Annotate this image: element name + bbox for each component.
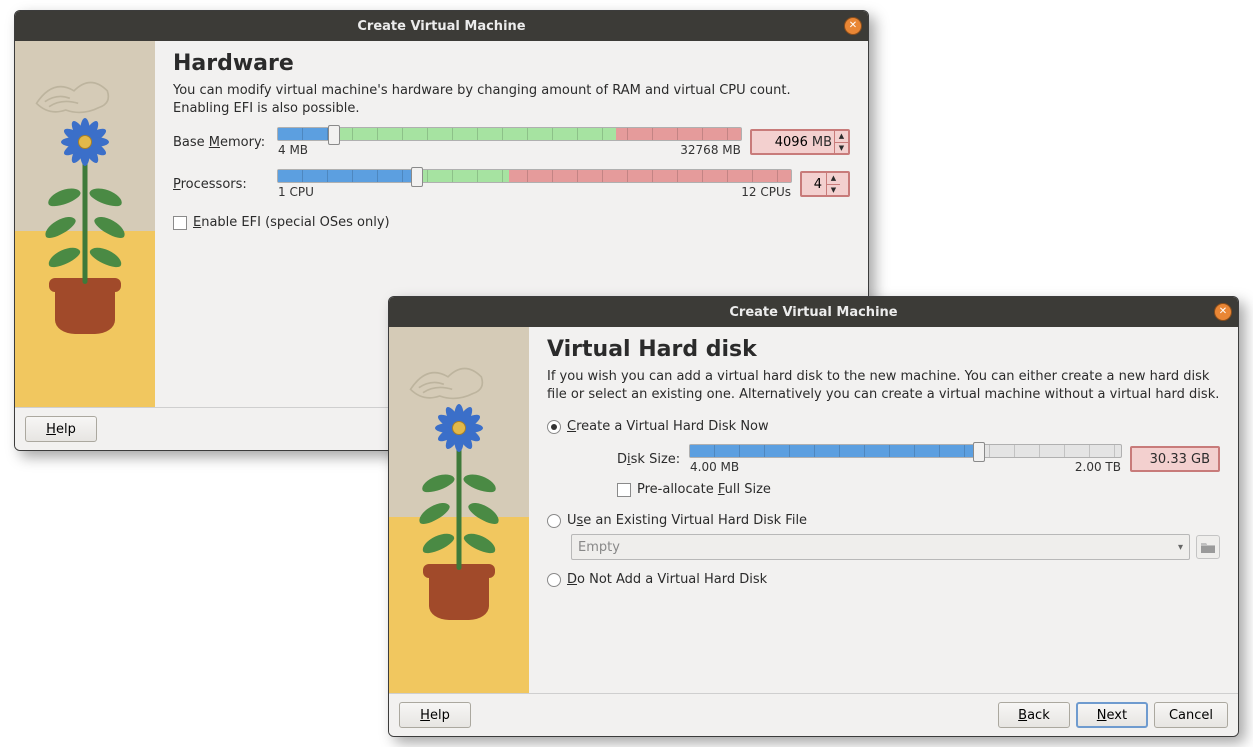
processors-label: Processors: — [173, 177, 269, 192]
next-button[interactable]: Next — [1076, 702, 1148, 728]
no-disk-label: Do Not Add a Virtual Hard Disk — [567, 572, 767, 587]
disk-size-label: Disk Size: — [617, 452, 681, 467]
disk-size-min: 4.00 MB — [690, 460, 739, 474]
existing-disk-value: Empty — [578, 540, 620, 555]
existing-disk-combo-row: Empty ▾ — [571, 534, 1220, 560]
preallocate-checkbox-row[interactable]: Pre-allocate Full Size — [617, 482, 1220, 497]
disk-size-row: Disk Size: 4.00 MB 2.00 TB 30.33 GB — [617, 444, 1220, 474]
titlebar[interactable]: Create Virtual Machine — [389, 297, 1238, 327]
create-disk-radio-row[interactable]: Create a Virtual Hard Disk Now — [547, 419, 1220, 434]
wizard-illustration — [389, 327, 529, 693]
harddisk-wizard-window: Create Virtual Machine — [388, 296, 1239, 737]
help-button[interactable]: Help — [25, 416, 97, 442]
processors-spinbox[interactable]: ▲ ▼ — [800, 171, 850, 197]
processors-input[interactable] — [802, 173, 826, 195]
no-disk-radio[interactable] — [547, 573, 561, 587]
memory-spinbox[interactable]: MB ▲ ▼ — [750, 129, 850, 155]
page-description: If you wish you can add a virtual hard d… — [547, 368, 1220, 403]
use-existing-radio-row[interactable]: Use an Existing Virtual Hard Disk File — [547, 513, 1220, 528]
efi-checkbox[interactable] — [173, 216, 187, 230]
use-existing-label: Use an Existing Virtual Hard Disk File — [567, 513, 807, 528]
memory-row: Base Memory: 4 MB 32768 MB — [173, 127, 850, 157]
memory-slider[interactable] — [277, 127, 742, 141]
disk-size-slider[interactable] — [689, 444, 1122, 458]
preallocate-checkbox[interactable] — [617, 483, 631, 497]
processors-step-up-icon[interactable]: ▲ — [827, 173, 840, 185]
efi-label: Enable EFI (special OSes only) — [193, 215, 390, 230]
memory-label: Base Memory: — [173, 135, 269, 150]
memory-unit: MB — [812, 131, 834, 153]
memory-step-up-icon[interactable]: ▲ — [835, 131, 848, 143]
memory-slider-thumb[interactable] — [328, 125, 340, 145]
processors-slider-thumb[interactable] — [411, 167, 423, 187]
processors-step-down-icon[interactable]: ▼ — [827, 185, 840, 196]
create-disk-radio[interactable] — [547, 420, 561, 434]
preallocate-label: Pre-allocate Full Size — [637, 482, 771, 497]
window-title: Create Virtual Machine — [729, 305, 897, 320]
window-title: Create Virtual Machine — [357, 19, 525, 34]
page-title: Virtual Hard disk — [547, 337, 1220, 362]
cancel-button[interactable]: Cancel — [1154, 702, 1228, 728]
memory-min: 4 MB — [278, 143, 308, 157]
disk-size-value[interactable]: 30.33 GB — [1130, 446, 1220, 472]
processors-min: 1 CPU — [278, 185, 314, 199]
close-icon[interactable] — [844, 17, 862, 35]
memory-step-down-icon[interactable]: ▼ — [835, 143, 848, 154]
page-title: Hardware — [173, 51, 850, 76]
footer: Help Back Next Cancel — [389, 693, 1238, 736]
no-disk-radio-row[interactable]: Do Not Add a Virtual Hard Disk — [547, 572, 1220, 587]
memory-max: 32768 MB — [680, 143, 741, 157]
disk-size-slider-thumb[interactable] — [973, 442, 985, 462]
use-existing-radio[interactable] — [547, 514, 561, 528]
create-disk-label: Create a Virtual Hard Disk Now — [567, 419, 769, 434]
close-icon[interactable] — [1214, 303, 1232, 321]
memory-input[interactable] — [752, 131, 812, 153]
browse-disk-button[interactable] — [1196, 535, 1220, 559]
page-description: You can modify virtual machine's hardwar… — [173, 82, 850, 117]
processors-slider[interactable] — [277, 169, 792, 183]
processors-row: Processors: 1 CPU 12 CPUs — [173, 169, 850, 199]
processors-max: 12 CPUs — [741, 185, 791, 199]
help-button[interactable]: Help — [399, 702, 471, 728]
existing-disk-combo[interactable]: Empty ▾ — [571, 534, 1190, 560]
back-button[interactable]: Back — [998, 702, 1070, 728]
disk-size-max: 2.00 TB — [1075, 460, 1121, 474]
titlebar[interactable]: Create Virtual Machine — [15, 11, 868, 41]
chevron-down-icon: ▾ — [1178, 542, 1183, 553]
efi-checkbox-row[interactable]: Enable EFI (special OSes only) — [173, 215, 850, 230]
wizard-illustration — [15, 41, 155, 407]
